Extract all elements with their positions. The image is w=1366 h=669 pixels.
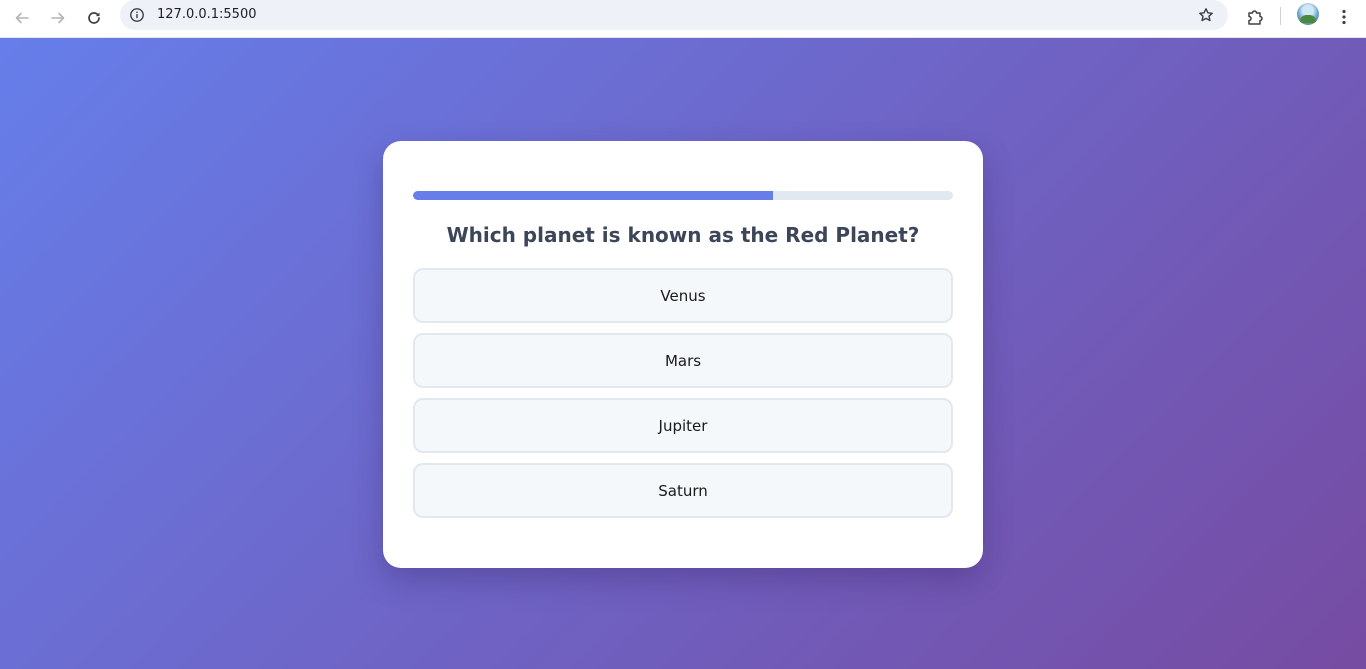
answer-option-mars[interactable]: Mars: [413, 333, 953, 388]
browser-toolbar: 127.0.0.1:5500: [0, 0, 1366, 38]
answer-option-venus[interactable]: Venus: [413, 268, 953, 323]
extensions-button[interactable]: [1242, 4, 1268, 30]
kebab-menu-icon: [1342, 9, 1346, 25]
answer-option-saturn[interactable]: Saturn: [413, 463, 953, 518]
reload-button[interactable]: [80, 4, 108, 32]
page-background: Which planet is known as the Red Planet?…: [0, 38, 1366, 669]
browser-menu-button[interactable]: [1334, 4, 1354, 30]
forward-button[interactable]: [44, 4, 72, 32]
forward-arrow-icon: [51, 12, 65, 24]
answer-options: Venus Mars Jupiter Saturn: [413, 268, 953, 528]
avatar[interactable]: [1297, 3, 1319, 25]
reload-icon: [88, 12, 100, 24]
puzzle-icon: [1248, 10, 1263, 25]
toolbar-divider: [1280, 7, 1281, 25]
info-icon: [130, 8, 144, 22]
progress-fill: [413, 191, 774, 200]
site-info-button[interactable]: [128, 6, 146, 24]
back-arrow-icon: [15, 12, 29, 24]
quiz-card: Which planet is known as the Red Planet?…: [383, 141, 983, 568]
question-text: Which planet is known as the Red Planet?: [446, 223, 920, 247]
star-icon: [1199, 8, 1213, 22]
progress-bar: [413, 191, 953, 200]
address-bar[interactable]: 127.0.0.1:5500: [120, 0, 1228, 30]
url-text[interactable]: 127.0.0.1:5500: [157, 7, 257, 22]
back-button[interactable]: [8, 4, 36, 32]
bookmark-button[interactable]: [1196, 5, 1216, 25]
answer-option-jupiter[interactable]: Jupiter: [413, 398, 953, 453]
